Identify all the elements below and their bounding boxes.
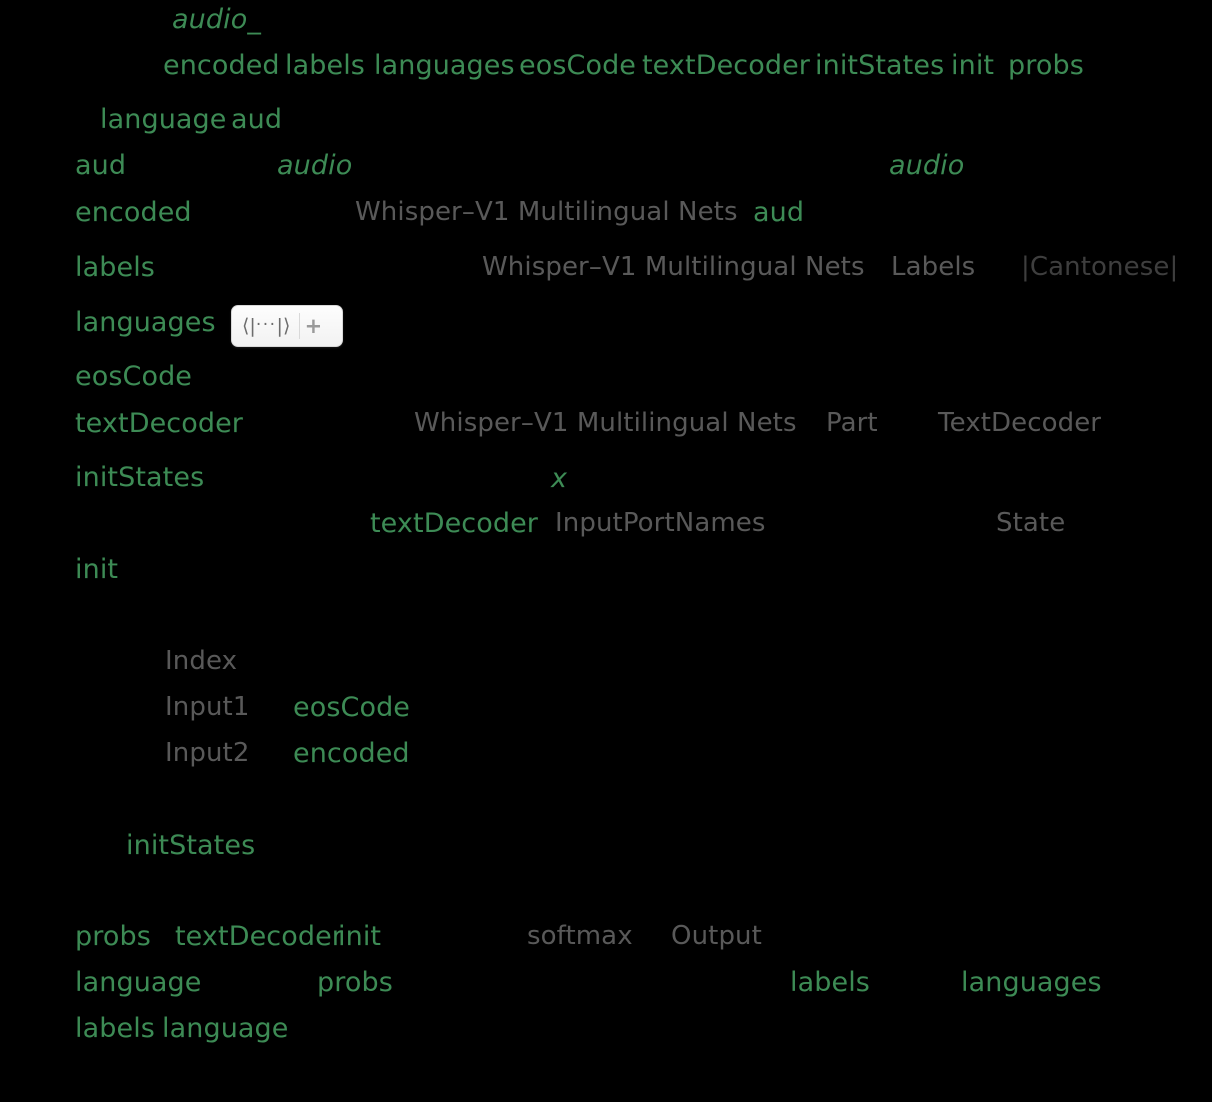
association-open-bracket: ⟨|	[242, 315, 256, 337]
code-token-language: language	[162, 1013, 289, 1044]
code-token-softmax: softmax	[527, 921, 633, 951]
code-token-input2: Input2	[165, 738, 250, 768]
code-token-audio: audio	[277, 150, 353, 181]
code-token-eoscode: eosCode	[75, 361, 193, 392]
code-token-labels: labels	[790, 967, 870, 998]
code-token-textdecoder: textDecoder	[642, 50, 811, 81]
code-token-probs: probs	[75, 921, 151, 952]
code-token-language: language	[100, 104, 227, 135]
code-token-aud: aud	[753, 197, 805, 228]
code-token-labels: labels	[285, 50, 365, 81]
code-token-part: Part	[826, 408, 878, 438]
code-token-aud: aud	[75, 150, 127, 181]
code-token-encoded: encoded	[75, 197, 192, 228]
code-token-eoscode: eosCode	[293, 692, 411, 723]
code-token-initstates: initStates	[126, 830, 256, 861]
code-token-init: init	[951, 50, 995, 81]
code-token-eoscode: eosCode	[519, 50, 637, 81]
association-glyph[interactable]: ⟨| ··· |⟩	[232, 306, 299, 346]
code-token-initstates: initStates	[75, 462, 205, 493]
association-widget[interactable]: ⟨| ··· |⟩ +	[231, 305, 343, 347]
code-token-labels: labels	[75, 1013, 155, 1044]
association-ellipsis: ···	[255, 315, 277, 335]
code-token-encoded: encoded	[163, 50, 280, 81]
code-cell-canvas[interactable]: audio_ encoded labels languages eosCode textD…	[0, 0, 1212, 1102]
code-token-labels: Labels	[891, 252, 976, 282]
code-token-labels: labels	[75, 252, 155, 283]
code-token-probs: probs	[1008, 50, 1084, 81]
code-token-output: Output	[671, 921, 762, 951]
code-token-languages: languages	[961, 967, 1102, 998]
code-token-cantonese: |Cantonese|	[1021, 252, 1179, 282]
code-token-init: init	[338, 921, 382, 952]
code-token-languages: languages	[75, 307, 216, 338]
association-close-bracket: |⟩	[276, 315, 291, 337]
code-token-input1: Input1	[165, 692, 250, 722]
code-token-index: Index	[165, 646, 238, 676]
add-row-plus-icon[interactable]: +	[300, 306, 326, 346]
code-token-language: language	[75, 967, 202, 998]
code-token-initstates: initStates	[815, 50, 945, 81]
code-token-textdecoder: textDecoder	[370, 508, 539, 539]
code-token-textdecoder: textDecoder	[175, 921, 344, 952]
code-token-encoded: encoded	[293, 738, 410, 769]
code-token-whisper-v1-multilingual-nets: Whisper–V1 Multilingual Nets	[482, 252, 865, 282]
code-token-audio: audio_	[172, 4, 261, 35]
code-token-whisper-v1-multilingual-nets: Whisper–V1 Multilingual Nets	[414, 408, 797, 438]
code-token-languages: languages	[374, 50, 515, 81]
code-token-textdecoder: TextDecoder	[938, 408, 1102, 438]
code-token-audio: audio	[889, 150, 965, 181]
code-token-probs: probs	[317, 967, 393, 998]
code-token-state: State	[996, 508, 1066, 538]
code-token-init: init	[75, 554, 119, 585]
code-token-inputportnames: InputPortNames	[555, 508, 766, 538]
code-token-textdecoder: textDecoder	[75, 408, 244, 439]
code-token-aud: aud	[231, 104, 283, 135]
code-token-whisper-v1-multilingual-nets: Whisper–V1 Multilingual Nets	[355, 197, 738, 227]
code-token-x: x	[551, 463, 568, 494]
